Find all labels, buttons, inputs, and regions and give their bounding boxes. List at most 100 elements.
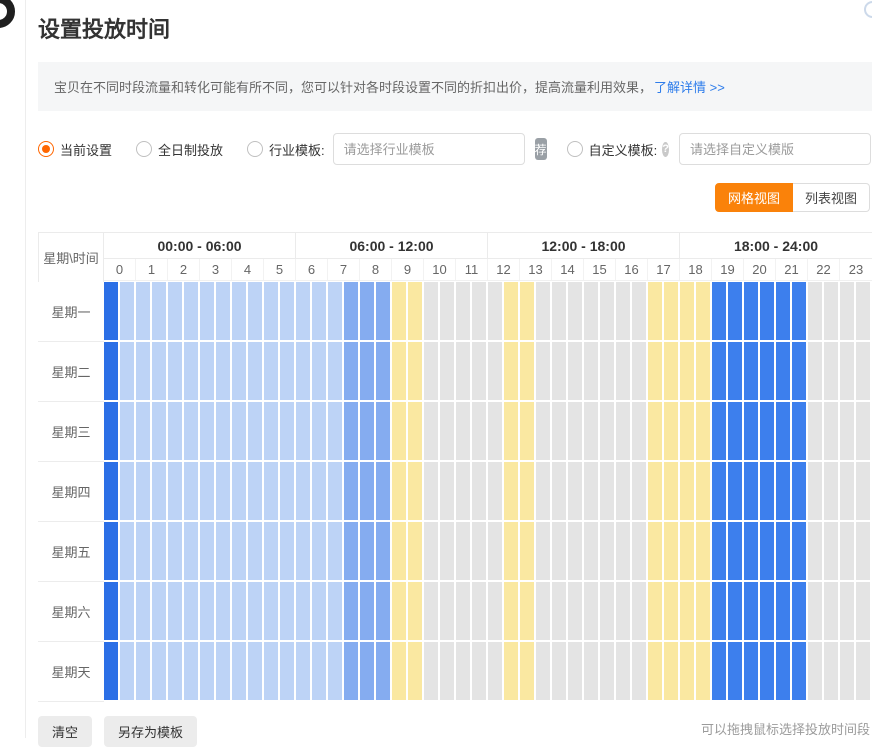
time-cell[interactable] (728, 522, 742, 580)
time-cell[interactable] (456, 402, 470, 460)
time-cell[interactable] (600, 402, 614, 460)
time-cell[interactable] (200, 522, 214, 580)
time-cell[interactable] (536, 522, 550, 580)
time-cell[interactable] (776, 282, 790, 340)
time-cell[interactable] (200, 402, 214, 460)
time-cell[interactable] (296, 282, 310, 340)
time-cell[interactable] (136, 282, 150, 340)
time-cell[interactable] (136, 462, 150, 520)
hour-header-20[interactable]: 20 (744, 259, 776, 280)
time-cell[interactable] (200, 462, 214, 520)
time-cell[interactable] (824, 642, 838, 700)
time-cell[interactable] (600, 522, 614, 580)
time-cell[interactable] (696, 582, 710, 640)
time-cell[interactable] (504, 462, 518, 520)
time-cell[interactable] (168, 582, 182, 640)
time-cell[interactable] (600, 462, 614, 520)
time-cell[interactable] (648, 642, 662, 700)
time-cell[interactable] (744, 522, 758, 580)
time-cell[interactable] (808, 282, 822, 340)
time-cell[interactable] (104, 582, 118, 640)
time-cell[interactable] (392, 642, 406, 700)
day-label-2[interactable]: 星期二 (38, 342, 104, 402)
time-cell[interactable] (840, 342, 854, 400)
time-cell[interactable] (840, 582, 854, 640)
time-cell[interactable] (840, 522, 854, 580)
time-cell[interactable] (824, 402, 838, 460)
time-cell[interactable] (408, 402, 422, 460)
time-cell[interactable] (408, 522, 422, 580)
time-cell[interactable] (680, 282, 694, 340)
time-cell[interactable] (200, 282, 214, 340)
time-cell[interactable] (504, 282, 518, 340)
time-cell[interactable] (664, 522, 678, 580)
time-cell[interactable] (232, 342, 246, 400)
time-cell[interactable] (824, 342, 838, 400)
time-cell[interactable] (360, 282, 374, 340)
radio-all-day[interactable]: 全日制投放 (136, 140, 223, 159)
grid-view-button[interactable]: 网格视图 (715, 183, 793, 212)
time-cell[interactable] (120, 522, 134, 580)
time-cell[interactable] (520, 342, 534, 400)
time-cell[interactable] (248, 642, 262, 700)
time-cell[interactable] (264, 582, 278, 640)
time-cell[interactable] (760, 522, 774, 580)
hour-header-11[interactable]: 11 (456, 259, 488, 280)
time-cell[interactable] (616, 462, 630, 520)
time-cell[interactable] (184, 462, 198, 520)
time-cell[interactable] (568, 402, 582, 460)
time-cell[interactable] (184, 642, 198, 700)
time-cell[interactable] (696, 462, 710, 520)
time-cell[interactable] (728, 642, 742, 700)
time-cell[interactable] (376, 582, 390, 640)
time-cell[interactable] (312, 582, 326, 640)
time-cell[interactable] (152, 282, 166, 340)
time-cell[interactable] (424, 582, 438, 640)
time-cell[interactable] (504, 582, 518, 640)
time-cell[interactable] (136, 402, 150, 460)
time-cell[interactable] (232, 402, 246, 460)
time-cell[interactable] (792, 582, 806, 640)
time-cell[interactable] (488, 582, 502, 640)
time-cell[interactable] (680, 522, 694, 580)
time-cell[interactable] (200, 342, 214, 400)
time-cell[interactable] (760, 282, 774, 340)
time-cell[interactable] (744, 342, 758, 400)
time-cell[interactable] (376, 462, 390, 520)
time-cell[interactable] (664, 462, 678, 520)
time-cell[interactable] (392, 462, 406, 520)
time-cell[interactable] (664, 402, 678, 460)
time-cell[interactable] (424, 282, 438, 340)
time-cell[interactable] (344, 462, 358, 520)
time-cell[interactable] (648, 582, 662, 640)
time-cell[interactable] (536, 342, 550, 400)
time-cell[interactable] (152, 642, 166, 700)
time-cell[interactable] (520, 402, 534, 460)
time-cell[interactable] (520, 462, 534, 520)
time-cell[interactable] (744, 642, 758, 700)
radio-industry-template[interactable]: 行业模板: (247, 140, 325, 159)
time-cell[interactable] (152, 402, 166, 460)
time-cell[interactable] (152, 342, 166, 400)
time-cell[interactable] (728, 402, 742, 460)
time-cell[interactable] (360, 642, 374, 700)
hour-header-8[interactable]: 8 (360, 259, 392, 280)
hour-header-22[interactable]: 22 (808, 259, 840, 280)
time-cell[interactable] (664, 642, 678, 700)
time-cell[interactable] (216, 582, 230, 640)
time-cell[interactable] (856, 402, 870, 460)
time-cell[interactable] (696, 342, 710, 400)
time-cell[interactable] (440, 462, 454, 520)
time-cell[interactable] (664, 342, 678, 400)
time-cell[interactable] (328, 282, 342, 340)
time-cell[interactable] (200, 582, 214, 640)
time-cell[interactable] (472, 342, 486, 400)
time-cell[interactable] (696, 402, 710, 460)
time-cell[interactable] (184, 342, 198, 400)
time-cell[interactable] (568, 522, 582, 580)
time-cell[interactable] (104, 282, 118, 340)
time-cell[interactable] (680, 462, 694, 520)
hour-header-16[interactable]: 16 (616, 259, 648, 280)
time-cell[interactable] (200, 642, 214, 700)
time-cell[interactable] (584, 402, 598, 460)
